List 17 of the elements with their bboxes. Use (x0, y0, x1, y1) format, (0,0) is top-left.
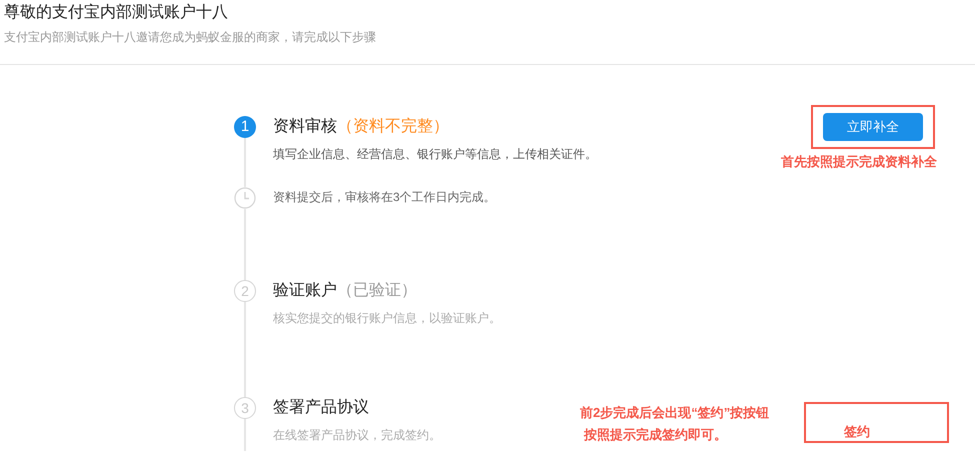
step-description: 资料提交后，审核将在3个工作日内完成。 (273, 189, 496, 205)
step-status: （已验证） (337, 281, 417, 301)
step-number: 1 (234, 116, 256, 138)
complete-now-button[interactable]: 立即补全 (823, 113, 923, 141)
step-description: 在线签署产品协议，完成签约。 (273, 427, 441, 443)
page-title: 尊敬的支付宝内部测试账户十八 (4, 3, 229, 23)
annotation-note: 按照提示完成签约即可。 (584, 426, 727, 444)
step-description: 填写企业信息、经营信息、银行账户等信息，上传相关证件。 (273, 146, 597, 162)
step-title: 资料审核 (273, 116, 337, 137)
step-title: 验证账户 (273, 280, 337, 301)
step-title: 签署产品协议 (273, 398, 369, 418)
step-status: （资料不完整） (337, 116, 449, 137)
annotation-note: 前2步完成后会出现“签约”按按钮 (580, 404, 770, 422)
step-description: 核实您提交的银行账户信息，以验证账户。 (273, 310, 501, 326)
sign-label: 签约 (844, 424, 870, 439)
page-subtitle: 支付宝内部测试账户十八邀请您成为蚂蚁金服的商家，请完成以下步骤 (4, 29, 377, 45)
annotation-note: 首先按照提示完成资料补全 (781, 153, 937, 171)
